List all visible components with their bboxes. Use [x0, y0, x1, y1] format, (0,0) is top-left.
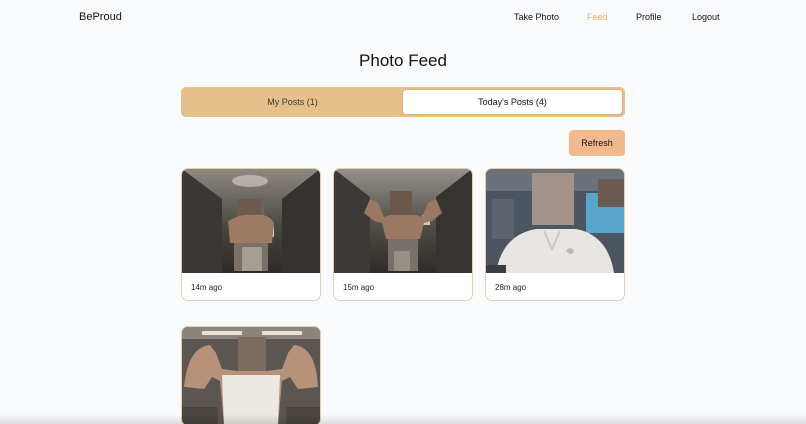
brand-logo[interactable]: BeProud	[79, 11, 122, 23]
post-photo	[486, 169, 624, 273]
post-card[interactable]: 28m ago	[485, 168, 625, 301]
post-photo	[182, 327, 320, 424]
post-photo	[334, 169, 472, 273]
refresh-button[interactable]: Refresh	[569, 130, 625, 156]
nav-profile[interactable]: Profile	[636, 12, 662, 22]
tab-my-posts[interactable]: My Posts (1)	[183, 89, 402, 115]
post-timestamp: 14m ago	[191, 283, 223, 292]
nav-logout[interactable]: Logout	[692, 12, 720, 22]
nav-feed[interactable]: Feed	[587, 12, 608, 22]
post-card[interactable]: 14m ago	[181, 168, 321, 301]
post-card[interactable]: 15m ago	[333, 168, 473, 301]
nav-take-photo[interactable]: Take Photo	[514, 12, 559, 22]
post-card[interactable]	[181, 326, 321, 424]
page-title: Photo Feed	[359, 51, 447, 70]
post-photo	[182, 169, 320, 273]
post-timestamp: 28m ago	[495, 283, 527, 292]
feed-tabs: My Posts (1) Today's Posts (4)	[181, 87, 625, 117]
tab-todays-posts[interactable]: Today's Posts (4)	[402, 89, 623, 115]
bottom-shadow	[0, 414, 806, 424]
post-timestamp: 15m ago	[343, 283, 375, 292]
top-navbar: BeProud Take Photo Feed Profile Logout	[0, 0, 806, 34]
